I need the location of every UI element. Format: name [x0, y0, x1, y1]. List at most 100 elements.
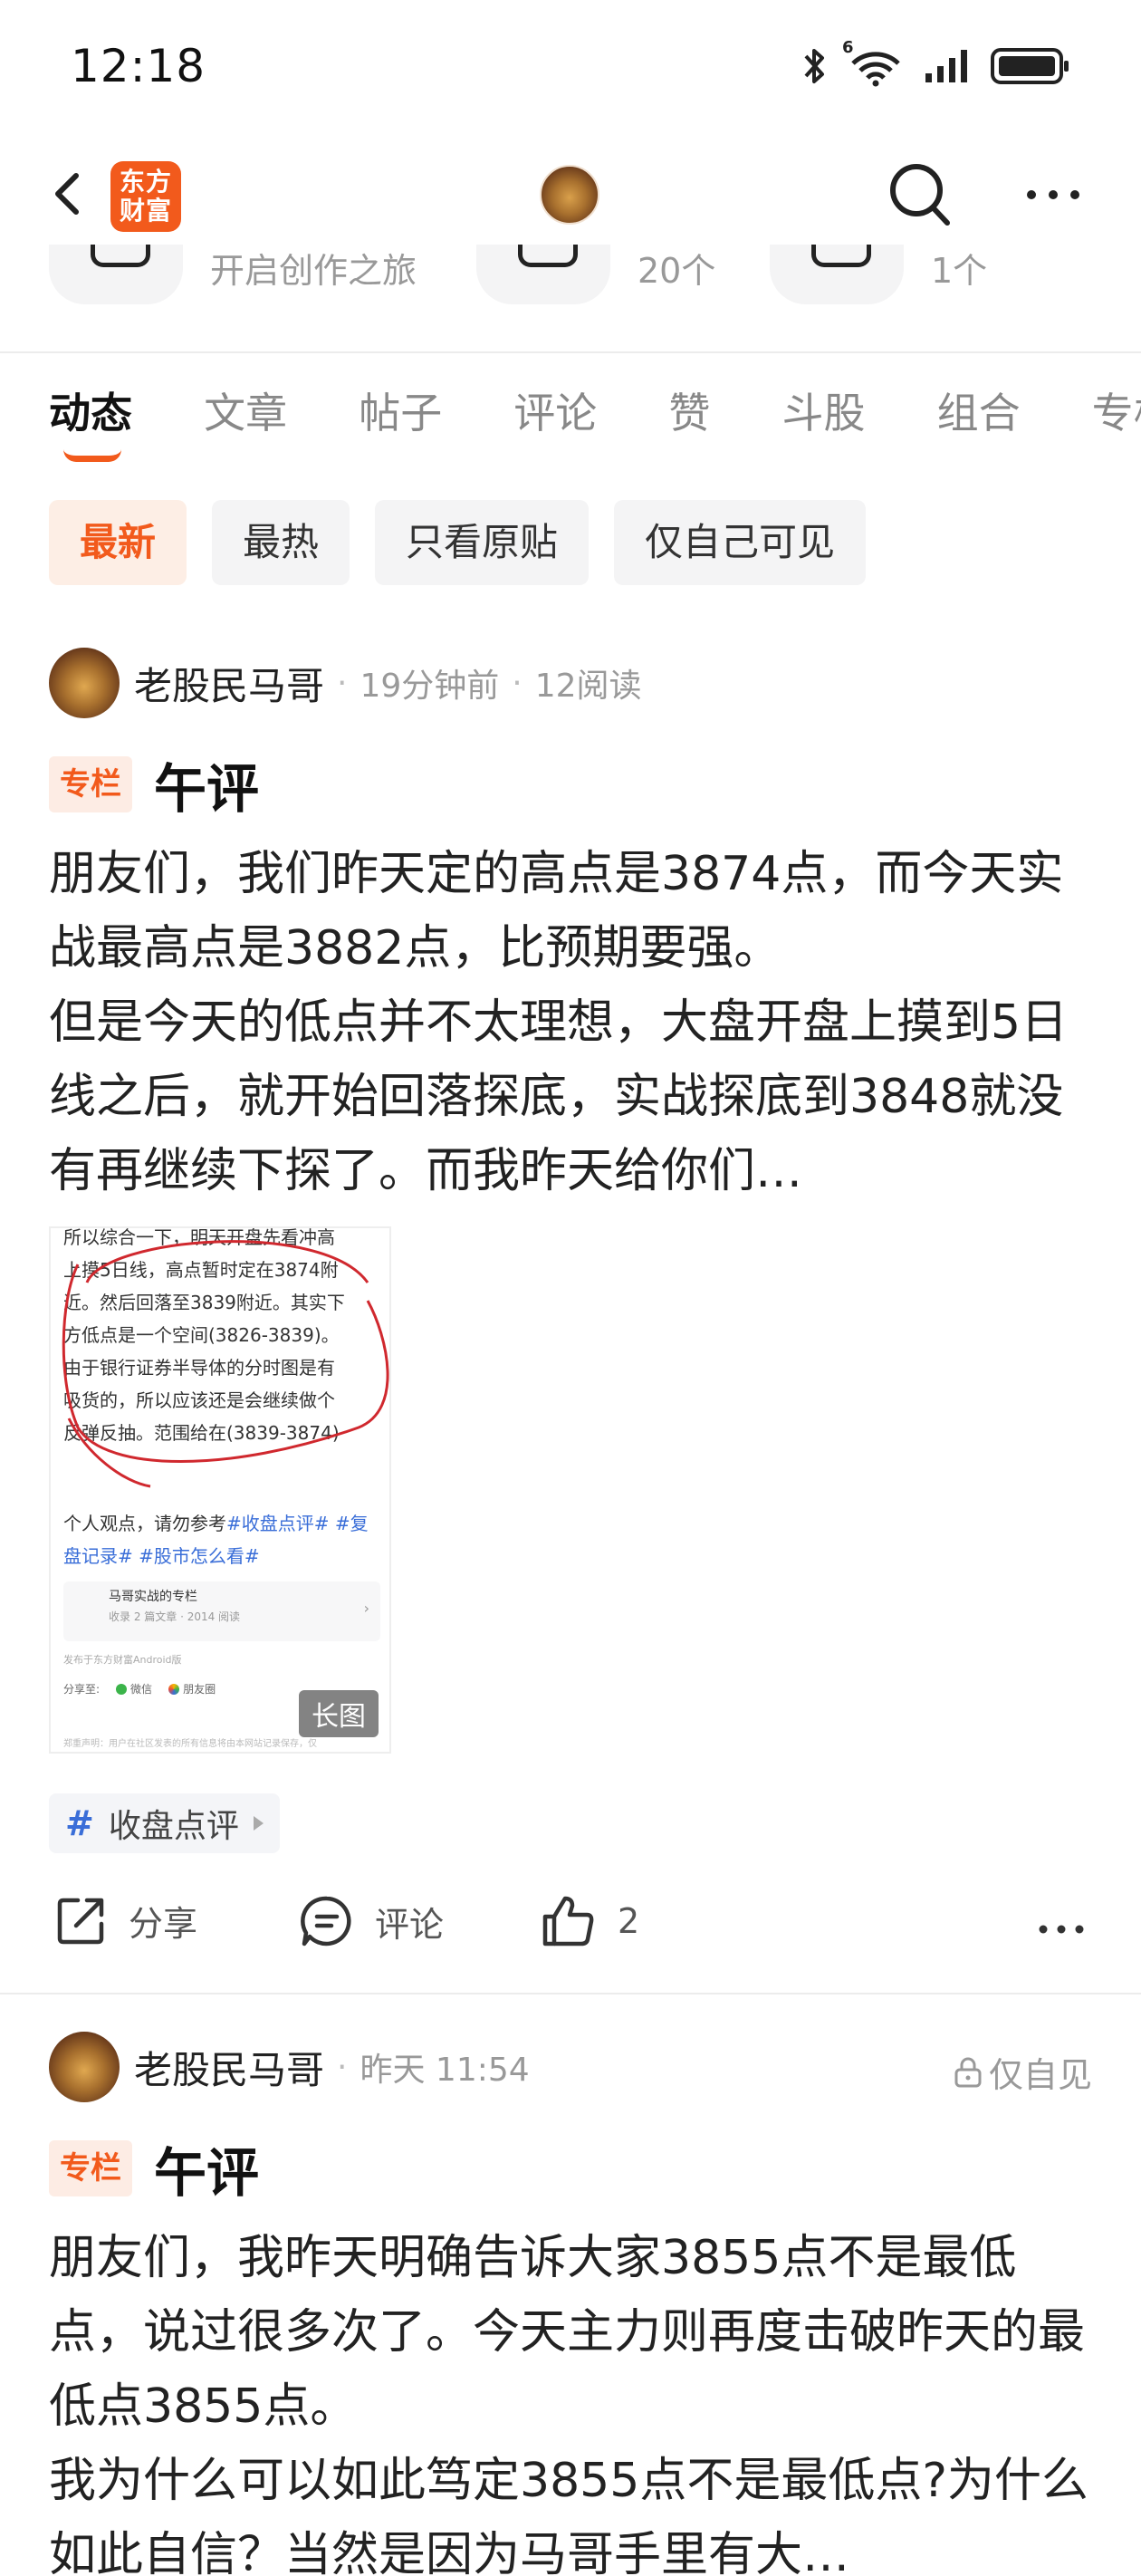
tab-dynamic-label: 动态	[49, 389, 132, 437]
thumbnail-opinion-text: 个人观点，请勿参考	[63, 1513, 226, 1534]
wifi-icon: 6	[842, 38, 904, 87]
stat-third-icon	[770, 245, 904, 304]
battery-icon	[991, 48, 1069, 84]
share-icon	[57, 1898, 104, 1945]
post-body[interactable]: 朋友们，我昨天明确告诉大家3855点不是最低点，说过很多次了。今天主力则再度击破…	[49, 2221, 1099, 2576]
stats-divider	[0, 351, 1141, 353]
post-header: 老股民马哥 · 19分钟前 · 12阅读	[49, 647, 1092, 719]
thumbnail-disclaimer: 郑重声明：用户在社区发表的所有信息将由本网站记录保存，仅	[63, 1739, 317, 1749]
logo-text-bottom: 财富	[119, 196, 172, 226]
comment-button[interactable]: 评论	[299, 1893, 444, 1949]
post-actions: 分享 评论 2	[49, 1893, 1092, 1966]
more-options-icon[interactable]	[1021, 181, 1085, 208]
back-arrow-icon[interactable]	[43, 158, 98, 230]
visibility-badge[interactable]: 仅自见	[953, 2047, 1092, 2097]
tab-posts[interactable]: 帖子	[359, 380, 442, 440]
comment-label: 评论	[375, 1904, 445, 1945]
top-navigation-bar: 东方 财富	[0, 145, 1141, 245]
bluetooth-icon	[804, 49, 824, 83]
filter-latest[interactable]: 最新	[49, 500, 187, 585]
tab-column[interactable]: 专栏	[1092, 380, 1141, 440]
lock-icon	[954, 2057, 982, 2087]
stat-second[interactable]: 20个	[476, 245, 715, 306]
author-avatar[interactable]	[49, 648, 120, 718]
thumbnail-source: 发布于东方财富Android版	[63, 1654, 182, 1666]
status-bar: 12:18 6	[0, 0, 1141, 136]
column-badge: 专栏	[49, 2140, 132, 2196]
create-icon	[49, 245, 183, 304]
meta-separator: ·	[512, 664, 523, 702]
thumbnail-column-card: 马哥实战的专栏 收录 2 篇文章 · 2014 阅读 ›	[63, 1581, 380, 1641]
app-logo[interactable]: 东方 财富	[110, 161, 181, 232]
post-body[interactable]: 朋友们，我们昨天定的高点是3874点，而今天实战最高点是3882点，比预期要强。…	[49, 837, 1099, 1208]
long-image-badge: 长图	[299, 1690, 379, 1737]
hashtag-icon: #	[65, 1803, 94, 1843]
author-name[interactable]: 老股民马哥	[134, 656, 324, 711]
like-count: 2	[618, 1901, 640, 1941]
tab-dynamic[interactable]: 动态	[49, 380, 132, 462]
tab-comments[interactable]: 评论	[513, 380, 597, 440]
stat-create-label: 开启创作之旅	[210, 250, 417, 291]
logo-text-top: 东方	[119, 167, 172, 197]
tab-articles[interactable]: 文章	[204, 380, 287, 440]
header-avatar[interactable]	[540, 165, 599, 225]
like-button[interactable]: 2	[540, 1893, 639, 1949]
thumbnail-card-title: 马哥实战的专栏	[109, 1590, 197, 1604]
post-item[interactable]: 老股民马哥 · 19分钟前 · 12阅读 专栏 午评 朋友们，我们昨天定的高点是…	[0, 647, 1141, 1996]
post-image-thumbnail[interactable]: 所以综合一下，明天开盘先看冲高 上摸5日线，高点暂时定在3874附 近。然后回落…	[49, 1226, 391, 1754]
comment-icon	[301, 1896, 351, 1946]
post-more-icon[interactable]	[1036, 1920, 1087, 1938]
share-button[interactable]: 分享	[54, 1893, 197, 1947]
post-title-row: 专栏 午评	[49, 746, 259, 822]
topic-arrow-icon	[253, 1816, 264, 1831]
topic-tag[interactable]: # 收盘点评	[49, 1793, 280, 1853]
post-paragraph: 但是今天的低点并不太理想，大盘开盘上摸到5日线之后，就开始回落探底，实战探底到3…	[49, 995, 1069, 1198]
thumbnail-opinion: 个人观点，请勿参考#收盘点评# #复盘记录# #股市怎么看#	[63, 1507, 380, 1572]
author-avatar[interactable]	[49, 2032, 120, 2102]
filter-private-only[interactable]: 仅自己可见	[614, 500, 867, 585]
content-tabs: 动态 文章 帖子 评论 赞 斗股 组合 专栏	[49, 380, 1141, 471]
stat-third-label: 1个	[931, 250, 988, 291]
post-reads: 12阅读	[534, 668, 642, 705]
post-time: 昨天 11:54	[360, 2052, 530, 2089]
thumbnail-card-sub: 收录 2 篇文章 · 2014 阅读	[109, 1610, 241, 1623]
post-paragraph: 我为什么可以如此笃定3855点不是最低点?为什么如此自信？当然是因为马哥手里有大…	[49, 2454, 1088, 2576]
thumbnail-share-moments: 朋友圈	[168, 1681, 216, 1697]
post-title[interactable]: 午评	[154, 2130, 259, 2206]
post-paragraph: 朋友们，我们昨天定的高点是3874点，而今天实战最高点是3882点，比预期要强。	[49, 847, 1064, 976]
status-icons: 6	[802, 38, 1070, 87]
thumbnail-topic: #股市怎么看#	[139, 1545, 260, 1567]
status-time: 12:18	[71, 40, 206, 92]
thumbnail-topic: #收盘点评#	[226, 1513, 330, 1534]
visibility-label: 仅自见	[988, 2055, 1092, 2095]
stat-third[interactable]: 1个	[770, 245, 987, 306]
column-badge: 专栏	[49, 756, 132, 812]
profile-stats-row: 开启创作之旅 20个 1个	[0, 245, 1141, 351]
share-label: 分享	[129, 1903, 198, 1944]
post-title-row: 专栏 午评	[49, 2130, 259, 2206]
filter-chips: 最新 最热 只看原贴 仅自己可见	[49, 500, 867, 585]
thumbnail-share-row: 分享至: 微信 朋友圈	[63, 1681, 216, 1697]
tab-portfolio[interactable]: 组合	[937, 380, 1021, 440]
tab-stock-battle[interactable]: 斗股	[781, 380, 865, 440]
stat-create[interactable]: 开启创作之旅	[49, 245, 417, 306]
red-circle-annotation	[62, 1240, 389, 1488]
meta-separator: ·	[337, 664, 348, 702]
post-item[interactable]: 老股民马哥 · 昨天 11:54 仅自见 专栏 午评 朋友们，我昨天明确告诉大家…	[0, 2031, 1141, 2576]
thumbs-up-icon	[542, 1896, 594, 1946]
post-divider	[0, 1993, 1141, 1994]
post-header: 老股民马哥 · 昨天 11:54 仅自见	[49, 2031, 1092, 2103]
topic-tag-label: 收盘点评	[108, 1808, 239, 1845]
thumbnail-share-wechat: 微信	[116, 1681, 152, 1697]
stat-second-icon	[476, 245, 610, 304]
post-title[interactable]: 午评	[154, 746, 259, 822]
author-name[interactable]: 老股民马哥	[134, 2040, 324, 2095]
search-icon[interactable]	[886, 158, 954, 230]
meta-separator: ·	[337, 2048, 348, 2086]
filter-hot[interactable]: 最热	[212, 500, 350, 585]
active-tab-indicator	[63, 449, 121, 462]
network-badge: 6	[842, 38, 854, 57]
filter-original-only[interactable]: 只看原贴	[375, 500, 590, 585]
signal-icon	[925, 50, 967, 82]
tab-likes[interactable]: 赞	[668, 380, 710, 440]
